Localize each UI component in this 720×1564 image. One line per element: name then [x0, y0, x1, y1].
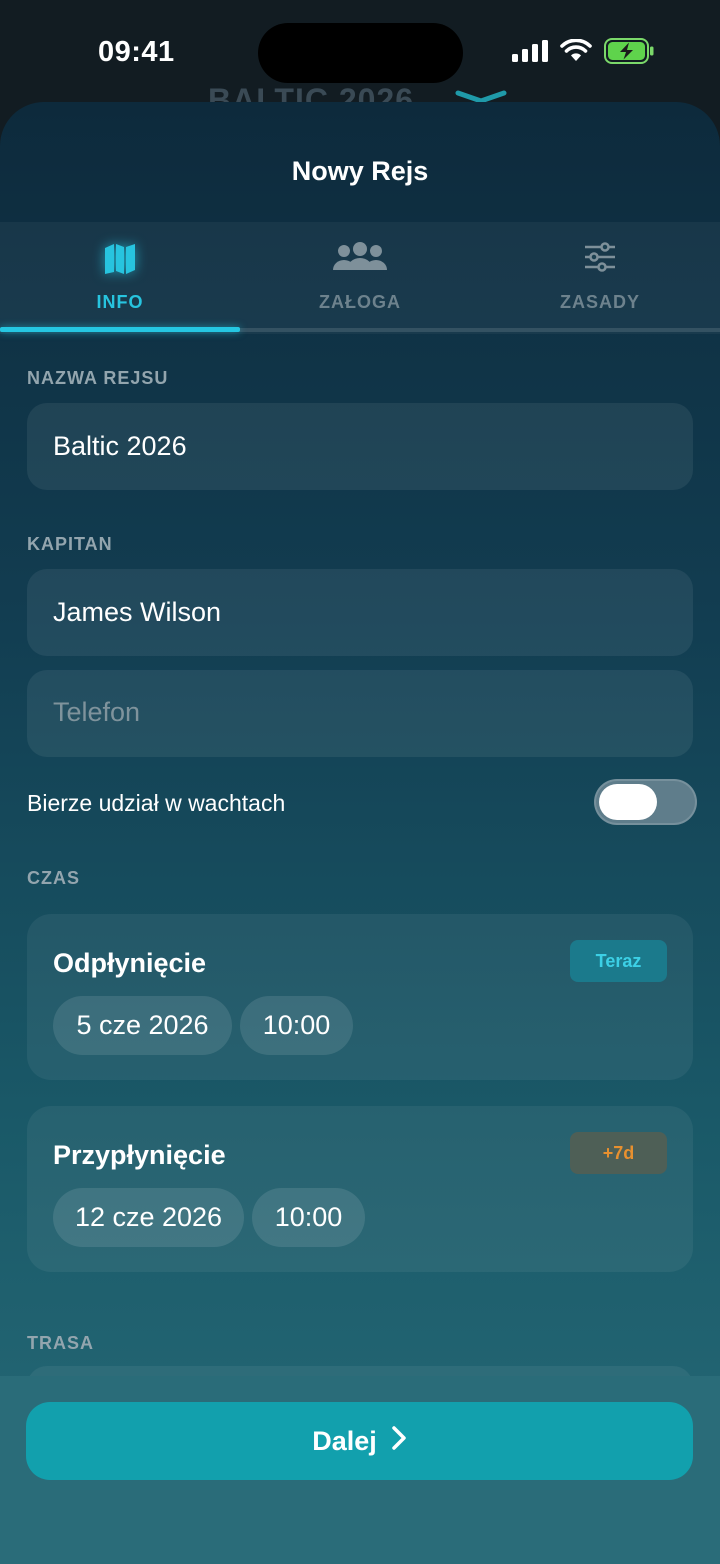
- phone-field[interactable]: [27, 670, 693, 757]
- captain-label: KAPITAN: [27, 534, 113, 554]
- bottom-bar: Dalej: [0, 1376, 720, 1564]
- active-tab-indicator: [0, 327, 240, 332]
- arrival-date-pill[interactable]: 12 cze 2026: [53, 1188, 244, 1247]
- duration-badge[interactable]: +7d: [570, 1132, 667, 1174]
- dynamic-island: [258, 23, 463, 83]
- next-button-label: Dalej: [312, 1425, 377, 1456]
- watch-toggle-label: Bierze udział w wachtach: [27, 790, 286, 816]
- departure-title: Odpłynięcie: [53, 948, 207, 978]
- tab-crew-label: ZAŁOGA: [319, 292, 401, 312]
- chevron-right-icon: [391, 1425, 407, 1458]
- new-cruise-sheet: Nowy Rejs INFO ZAŁOGA ZASADY NAZWA REJSU…: [0, 102, 720, 1564]
- battery-icon: [604, 38, 654, 69]
- tab-rules[interactable]: ZASADY: [480, 222, 720, 334]
- status-time: 09:41: [98, 36, 175, 68]
- map-icon: [0, 242, 240, 282]
- phone-input[interactable]: [53, 692, 653, 732]
- tab-info-label: INFO: [96, 292, 144, 312]
- watch-toggle[interactable]: [594, 779, 697, 825]
- captain-name-field[interactable]: James Wilson: [27, 569, 693, 656]
- cruise-name-value: Baltic 2026: [53, 431, 187, 461]
- page-title: Nowy Rejs: [291, 156, 429, 186]
- sliders-icon: [480, 242, 720, 282]
- tab-crew[interactable]: ZAŁOGA: [240, 222, 480, 334]
- tab-rules-label: ZASADY: [559, 292, 640, 312]
- departure-date-pill[interactable]: 5 cze 2026: [53, 996, 232, 1055]
- departure-card: Odpłynięcie Teraz 5 cze 2026 10:00: [27, 914, 693, 1080]
- cruise-name-field[interactable]: Baltic 2026: [27, 403, 693, 490]
- tab-bar: INFO ZAŁOGA ZASADY: [0, 222, 720, 334]
- wifi-icon: [560, 38, 592, 68]
- now-badge[interactable]: Teraz: [570, 940, 667, 982]
- sheet-header: Nowy Rejs: [0, 102, 720, 222]
- route-label: TRASA: [27, 1333, 94, 1353]
- cruise-name-label: NAZWA REJSU: [27, 368, 169, 388]
- time-label: CZAS: [27, 868, 80, 888]
- next-button[interactable]: Dalej: [26, 1402, 693, 1480]
- arrival-card: Przypłynięcie +7d 12 cze 2026 10:00: [27, 1106, 693, 1272]
- tab-info[interactable]: INFO: [0, 222, 240, 334]
- captain-name-value: James Wilson: [53, 597, 222, 627]
- status-icons: [512, 38, 654, 69]
- users-icon: [240, 242, 480, 282]
- signal-icon: [512, 40, 548, 67]
- arrival-time-pill[interactable]: 10:00: [252, 1188, 365, 1247]
- departure-time-pill[interactable]: 10:00: [240, 996, 353, 1055]
- arrival-title: Przypłynięcie: [53, 1140, 226, 1170]
- toggle-knob: [599, 784, 657, 820]
